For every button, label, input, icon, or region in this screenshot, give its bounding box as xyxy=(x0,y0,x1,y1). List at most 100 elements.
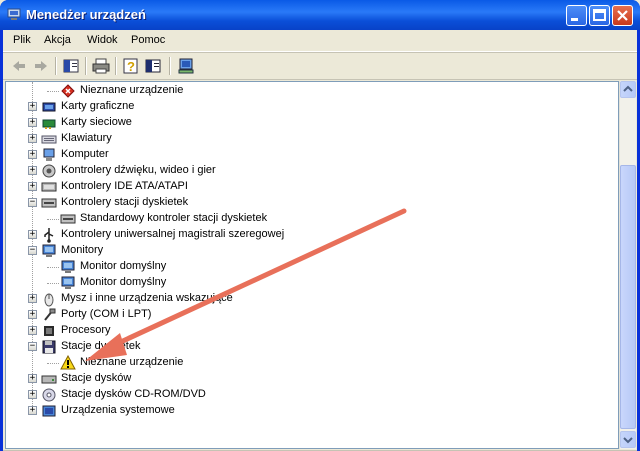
show-hide-tree-button[interactable] xyxy=(61,56,81,76)
expand-icon[interactable]: + xyxy=(28,230,37,239)
expand-icon[interactable]: + xyxy=(28,294,37,303)
tree-item-label[interactable]: Standardowy kontroler stacji dyskietek xyxy=(80,212,267,224)
tree-item-label[interactable]: Urządzenia systemowe xyxy=(61,404,175,416)
tree-row[interactable]: Standardowy kontroler stacji dyskietek xyxy=(47,211,607,227)
tree-row[interactable]: − Stacje dyskietek xyxy=(28,339,588,355)
window-title: Menedżer urządzeń xyxy=(26,7,146,22)
tree-item-label[interactable]: Karty graficzne xyxy=(61,100,134,112)
tree-item-label[interactable]: Kontrolery dźwięku, wideo i gier xyxy=(61,164,216,176)
tree-item-label[interactable]: Stacje dysków xyxy=(61,372,131,384)
tree-row[interactable]: Nieznane urządzenie xyxy=(47,83,607,99)
tree-row[interactable]: + Stacje dysków xyxy=(28,371,588,387)
tree-row[interactable]: + Karty graficzne xyxy=(28,99,588,115)
menu-akcja[interactable]: Akcja xyxy=(44,34,71,46)
tree-row[interactable]: + Mysz i inne urządzenia wskazujące xyxy=(28,291,588,307)
keyboard-icon xyxy=(41,135,57,144)
tree-item-label[interactable]: Procesory xyxy=(61,324,111,336)
maximize-button[interactable] xyxy=(589,5,610,26)
minimize-button[interactable] xyxy=(566,5,587,26)
tree-row[interactable]: − Kontrolery stacji dyskietek xyxy=(28,195,588,211)
back-icon xyxy=(13,61,25,71)
print-button[interactable] xyxy=(91,56,111,76)
expand-icon[interactable]: + xyxy=(28,182,37,191)
tree-item-label[interactable]: Nieznane urządzenie xyxy=(80,356,183,368)
tree-row[interactable]: Nieznane urządzenie xyxy=(47,355,607,371)
tree-connector-line xyxy=(47,283,59,285)
tree-row[interactable]: Monitor domyślny xyxy=(47,275,607,291)
tree-connector-line xyxy=(47,267,59,269)
toolbar-separator xyxy=(85,57,87,75)
close-icon xyxy=(617,10,628,21)
chevron-up-icon xyxy=(623,85,633,92)
tree-row[interactable]: + Karty sieciowe xyxy=(28,115,588,131)
tree-item-label[interactable]: Klawiatury xyxy=(61,132,112,144)
update-driver-button[interactable] xyxy=(176,56,196,76)
computer-icon xyxy=(43,148,55,161)
tree-row[interactable]: + Stacje dysków CD-ROM/DVD xyxy=(28,387,588,403)
device-manager-icon xyxy=(7,8,21,20)
toolbar: ? xyxy=(3,52,637,80)
expand-icon[interactable]: + xyxy=(28,150,37,159)
tree-item-label[interactable]: Monitor domyślny xyxy=(80,260,166,272)
tree-row[interactable]: − Monitory xyxy=(28,243,588,259)
floppy-controller-icon xyxy=(41,198,57,208)
toolbar-separator xyxy=(55,57,57,75)
tree-item-label[interactable]: Stacje dyskietek xyxy=(61,340,140,352)
tree-connector-line xyxy=(47,91,59,93)
device-tree[interactable]: Nieznane urządzenie + Karty graficzne + Kart… xyxy=(5,81,619,449)
minimize-icon xyxy=(571,18,578,21)
svg-text:?: ? xyxy=(127,59,135,74)
collapse-icon[interactable]: − xyxy=(28,246,37,255)
expand-icon[interactable]: + xyxy=(28,102,37,111)
tree-item-label[interactable]: Kontrolery IDE ATA/ATAPI xyxy=(61,180,188,192)
expand-icon[interactable]: + xyxy=(28,134,37,143)
title-bar[interactable]: Menedżer urządzeń xyxy=(0,0,640,30)
collapse-icon[interactable]: − xyxy=(28,342,37,351)
tree-row[interactable]: + Kontrolery IDE ATA/ATAPI xyxy=(28,179,588,195)
tree-row[interactable]: Monitor domyślny xyxy=(47,259,607,275)
properties-icon xyxy=(145,59,161,73)
expand-icon[interactable]: + xyxy=(28,310,37,319)
tree-row[interactable]: + Urządzenia systemowe xyxy=(28,403,588,419)
tree-item-label[interactable]: Karty sieciowe xyxy=(61,116,132,128)
tree-item-label[interactable]: Stacje dysków CD-ROM/DVD xyxy=(61,388,206,400)
back-button[interactable] xyxy=(9,56,29,76)
tree-row[interactable]: + Klawiatury xyxy=(28,131,588,147)
collapse-icon[interactable]: − xyxy=(28,198,37,207)
usb-icon xyxy=(44,228,54,243)
scroll-up-button[interactable] xyxy=(620,81,636,98)
tree-item-label[interactable]: Nieznane urządzenie xyxy=(80,84,183,96)
expand-icon[interactable]: + xyxy=(28,390,37,399)
scroll-thumb[interactable] xyxy=(620,165,636,429)
unknown-device-red-icon xyxy=(61,84,75,98)
tree-row[interactable]: + Kontrolery dźwięku, wideo i gier xyxy=(28,163,588,179)
menu-widok[interactable]: Widok xyxy=(87,34,118,46)
tree-item-label[interactable]: Kontrolery uniwersalnej magistrali szere… xyxy=(61,228,284,240)
tree-row[interactable]: + Procesory xyxy=(28,323,588,339)
menu-bar: Plik Akcja Widok Pomoc xyxy=(3,30,637,52)
tree-item-label[interactable]: Mysz i inne urządzenia wskazujące xyxy=(61,292,233,304)
properties-button[interactable] xyxy=(143,56,163,76)
menu-plik[interactable]: Plik xyxy=(13,34,31,46)
expand-icon[interactable]: + xyxy=(28,118,37,127)
expand-icon[interactable]: + xyxy=(28,374,37,383)
tree-row[interactable]: + Kontrolery uniwersalnej magistrali szer… xyxy=(28,227,588,243)
tree-row[interactable]: + Komputer xyxy=(28,147,588,163)
expand-icon[interactable]: + xyxy=(28,166,37,175)
tree-item-label[interactable]: Komputer xyxy=(61,148,109,160)
forward-button[interactable] xyxy=(31,56,51,76)
menu-pomoc[interactable]: Pomoc xyxy=(131,34,165,46)
close-button[interactable] xyxy=(612,5,633,26)
device-manager-window: Menedżer urządzeń Plik Akcja Widok Pomoc xyxy=(0,0,640,451)
disk-drive-icon xyxy=(41,375,57,384)
tree-item-label[interactable]: Monitory xyxy=(61,244,103,256)
help-button[interactable]: ? xyxy=(121,56,141,76)
tree-item-label[interactable]: Monitor domyślny xyxy=(80,276,166,288)
tree-item-label[interactable]: Porty (COM i LPT) xyxy=(61,308,151,320)
tree-row[interactable]: + Porty (COM i LPT) xyxy=(28,307,588,323)
expand-icon[interactable]: + xyxy=(28,406,37,415)
expand-icon[interactable]: + xyxy=(28,326,37,335)
scroll-down-button[interactable] xyxy=(620,431,636,448)
tree-item-label[interactable]: Kontrolery stacji dyskietek xyxy=(61,196,188,208)
vertical-scrollbar[interactable] xyxy=(619,81,636,449)
